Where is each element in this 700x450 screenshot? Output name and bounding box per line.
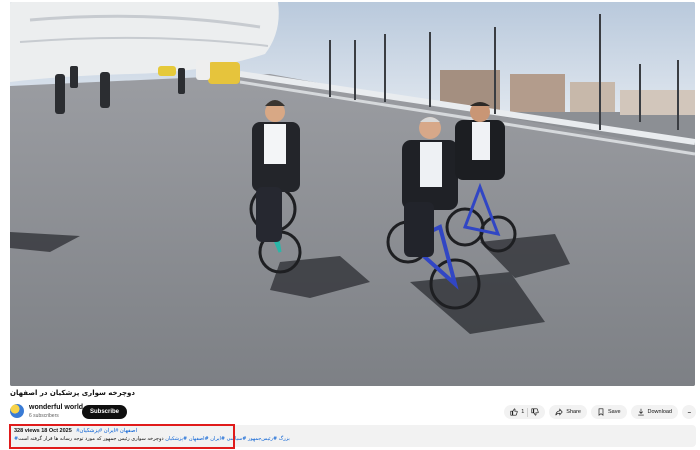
subscriber-count: 6 subscribers: [29, 413, 59, 419]
bookmark-icon: [598, 408, 604, 416]
description-hashtags[interactable]: #اصفهان #ایران #پزشکیان: [76, 428, 137, 434]
share-label: Share: [566, 409, 581, 415]
more-icon: ...: [687, 409, 691, 415]
video-title: دوچرخه سواری پزشکیان در اصفهان: [10, 389, 135, 397]
download-icon: [637, 408, 644, 416]
description-line-text: دوچرخه سواری رئیس جمهور که مورد توجه رسا…: [18, 436, 164, 442]
download-button[interactable]: Download: [630, 405, 678, 419]
action-bar: 1 Share Save Download ...: [504, 405, 696, 419]
channel-row: wonderful world 6 subscribers Subscribe …: [10, 402, 696, 422]
like-button[interactable]: 1: [510, 408, 524, 416]
description-box[interactable]: 328 views 18 Oct 2025 #اصفهان #ایران #پز…: [10, 425, 696, 447]
channel-name[interactable]: wonderful world: [29, 404, 83, 411]
video-player[interactable]: [10, 2, 695, 386]
like-divider: [527, 407, 529, 417]
video-frame: [10, 2, 695, 386]
share-icon: [555, 408, 563, 416]
share-button[interactable]: Share: [549, 405, 587, 419]
thumbs-down-icon: [531, 408, 539, 416]
upload-date: 18 Oct 2025: [41, 428, 72, 434]
description-text: #بزرگ #رئیس‌جمهور #سیاسی #ایران #اصفهان …: [14, 436, 290, 442]
like-dislike-group: 1: [504, 405, 546, 419]
view-count: 328 views: [14, 428, 40, 434]
subscribe-button[interactable]: Subscribe: [82, 405, 128, 419]
thumbs-up-icon: [510, 408, 518, 416]
more-actions-button[interactable]: ...: [682, 405, 696, 419]
download-label: Download: [647, 409, 672, 415]
avatar[interactable]: [10, 404, 24, 418]
save-label: Save: [607, 409, 621, 415]
like-count: 1: [521, 409, 525, 415]
description-meta: 328 views 18 Oct 2025 #اصفهان #ایران #پز…: [14, 428, 137, 434]
dislike-button[interactable]: [531, 408, 539, 416]
save-button[interactable]: Save: [590, 405, 627, 419]
